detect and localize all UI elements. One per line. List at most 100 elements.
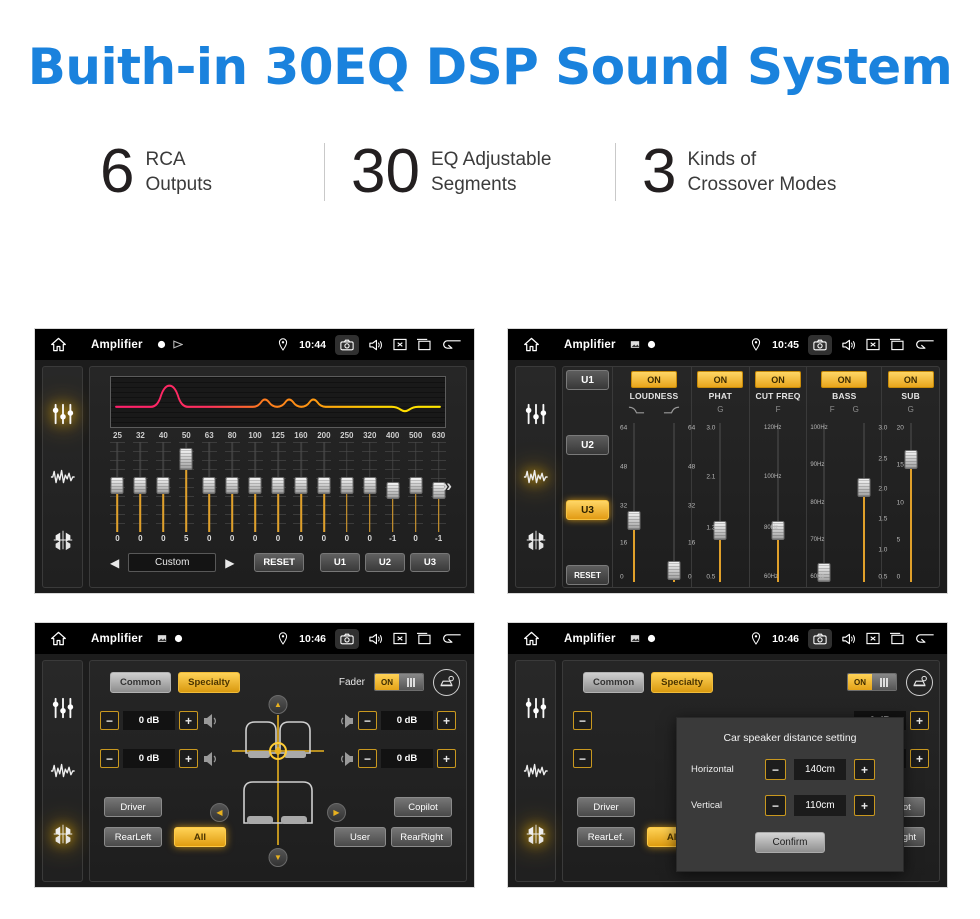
eq-slider[interactable]: 0 (129, 442, 152, 548)
sidebar-item-equalizer[interactable] (521, 693, 551, 723)
back-icon[interactable] (913, 337, 935, 352)
increase-button[interactable]: + (437, 711, 456, 730)
loudness-slider-right[interactable]: 64 48 32 16 0 (657, 418, 695, 587)
preset-next-button[interactable]: ▶ (221, 556, 238, 570)
home-icon[interactable] (520, 337, 542, 352)
seat-diagram[interactable]: ▲ ▼ ◀ ▶ (210, 695, 346, 875)
cutfreq-slider[interactable]: 120Hz 100Hz 80Hz 60Hz (761, 418, 795, 587)
recent-apps-icon[interactable] (416, 337, 431, 352)
recent-apps-icon[interactable] (889, 631, 904, 646)
preset-u1-button[interactable]: U1 (566, 370, 609, 390)
eq-slider[interactable]: 0 (106, 442, 129, 548)
car-settings-button[interactable] (433, 668, 460, 696)
seat-button-driver[interactable]: Driver (104, 797, 162, 817)
tab-specialty[interactable]: Specialty (651, 671, 713, 693)
decrease-button[interactable]: − (765, 759, 786, 780)
sidebar-item-equalizer[interactable] (521, 399, 551, 429)
increase-button[interactable]: + (179, 749, 198, 768)
eq-slider[interactable]: 0 (312, 442, 335, 548)
volume-icon[interactable] (841, 631, 856, 646)
seat-button-all[interactable]: All (174, 827, 226, 847)
sidebar-item-waveform[interactable] (48, 462, 78, 492)
sidebar-item-balance[interactable] (48, 819, 78, 849)
eq-slider[interactable]: 0 (152, 442, 175, 548)
user-preset-u1-button[interactable]: U1 (320, 553, 360, 572)
eq-slider[interactable]: -1 (381, 442, 404, 548)
reset-button[interactable]: RESET (566, 565, 609, 585)
decrease-button[interactable]: − (765, 795, 786, 816)
sidebar-item-equalizer[interactable] (48, 693, 78, 723)
increase-button[interactable]: + (910, 749, 929, 768)
tab-specialty[interactable]: Specialty (178, 671, 240, 693)
eq-slider[interactable]: 0 (244, 442, 267, 548)
eq-slider[interactable]: 0 (221, 442, 244, 548)
increase-button[interactable]: + (910, 711, 929, 730)
decrease-button[interactable]: − (358, 711, 377, 730)
sub-gain-slider[interactable]: 20 15 10 5 0 (894, 418, 928, 587)
eq-slider[interactable]: 0 (267, 442, 290, 548)
preset-u2-button[interactable]: U2 (566, 435, 609, 455)
user-preset-u3-button[interactable]: U3 (410, 553, 450, 572)
back-icon[interactable] (440, 631, 462, 646)
decrease-button[interactable]: − (573, 749, 592, 768)
home-icon[interactable] (520, 631, 542, 646)
reset-button[interactable]: RESET (254, 553, 304, 572)
tab-common[interactable]: Common (583, 671, 645, 693)
preset-name-display[interactable]: Custom (128, 553, 217, 572)
increase-button[interactable]: + (437, 749, 456, 768)
sidebar-item-waveform[interactable] (48, 756, 78, 786)
sidebar-item-balance[interactable] (521, 525, 551, 555)
preset-prev-button[interactable]: ◀ (106, 556, 123, 570)
back-icon[interactable] (913, 631, 935, 646)
close-icon[interactable] (392, 337, 407, 352)
seat-button-rearright[interactable]: RearRight (391, 827, 452, 847)
seat-button-driver[interactable]: Driver (577, 797, 635, 817)
seat-button-rearleft[interactable]: RearLeft (104, 827, 162, 847)
seat-button-copilot[interactable]: Copilot (394, 797, 452, 817)
user-preset-u2-button[interactable]: U2 (365, 553, 405, 572)
seat-button-user[interactable]: User (334, 827, 386, 847)
loudness-toggle-button[interactable]: ON (631, 371, 677, 388)
next-page-icon[interactable]: » (443, 476, 452, 496)
volume-icon[interactable] (368, 337, 383, 352)
sidebar-item-equalizer[interactable] (48, 399, 78, 429)
move-down-button[interactable]: ▼ (268, 848, 288, 867)
move-left-button[interactable]: ◀ (210, 803, 229, 822)
screenshot-icon[interactable] (335, 628, 359, 649)
recent-apps-icon[interactable] (889, 337, 904, 352)
sidebar-item-waveform[interactable] (521, 756, 551, 786)
preset-u3-button[interactable]: U3 (566, 500, 609, 520)
eq-slider[interactable]: 5 (175, 442, 198, 548)
move-right-button[interactable]: ▶ (327, 803, 346, 822)
volume-icon[interactable] (368, 631, 383, 646)
sidebar-item-waveform[interactable] (521, 462, 551, 492)
decrease-button[interactable]: − (100, 711, 119, 730)
bass-freq-slider[interactable]: 100Hz 90Hz 80Hz 70Hz 60Hz (807, 418, 841, 587)
recent-apps-icon[interactable] (416, 631, 431, 646)
decrease-button[interactable]: − (573, 711, 592, 730)
car-settings-button[interactable] (906, 668, 933, 696)
screenshot-icon[interactable] (808, 628, 832, 649)
increase-button[interactable]: + (179, 711, 198, 730)
confirm-button[interactable]: Confirm (755, 832, 825, 853)
sub-toggle-button[interactable]: ON (887, 371, 934, 388)
decrease-button[interactable]: − (358, 749, 377, 768)
close-icon[interactable] (865, 631, 880, 646)
home-icon[interactable] (47, 631, 69, 646)
back-icon[interactable] (440, 337, 462, 352)
increase-button[interactable]: + (854, 795, 875, 816)
sidebar-item-balance[interactable] (48, 525, 78, 555)
sidebar-item-balance[interactable] (521, 819, 551, 849)
eq-slider[interactable]: 0 (358, 442, 381, 548)
eq-slider[interactable]: 0 (335, 442, 358, 548)
eq-slider[interactable]: 0 (290, 442, 313, 548)
home-icon[interactable] (47, 337, 69, 352)
loudness-slider-left[interactable]: 64 48 32 16 0 (617, 418, 651, 587)
phat-toggle-button[interactable]: ON (697, 371, 744, 388)
tab-common[interactable]: Common (110, 671, 172, 693)
screenshot-icon[interactable] (335, 334, 359, 355)
fader-toggle[interactable]: ON (374, 673, 424, 691)
bass-gain-slider[interactable]: 3.0 2.5 2.0 1.5 1.0 0.5 (847, 418, 887, 587)
fader-toggle[interactable]: ON (847, 673, 897, 691)
volume-icon[interactable] (841, 337, 856, 352)
